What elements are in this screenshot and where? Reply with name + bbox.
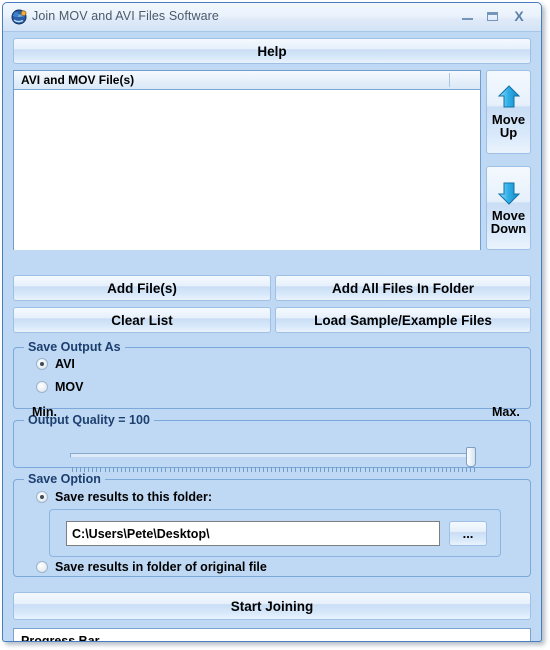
quality-max-label: Max. <box>492 405 520 419</box>
application-window: Join MOV and AVI Files Software X Help A… <box>2 2 542 642</box>
radio-avi-label: AVI <box>55 357 75 371</box>
app-globe-icon <box>10 8 28 26</box>
move-up-label-line2: Up <box>499 125 518 141</box>
client-area: Help AVI and MOV File(s) Move Up Move Do… <box>3 32 541 642</box>
minimize-button[interactable] <box>457 7 477 25</box>
progress-bar-label: Progress Bar <box>21 634 100 642</box>
clear-list-button[interactable]: Clear List <box>13 307 271 333</box>
quality-slider[interactable] <box>70 445 480 475</box>
file-list-header: AVI and MOV File(s) <box>14 71 480 90</box>
output-folder-input[interactable] <box>66 521 440 546</box>
quality-slider-track[interactable] <box>70 453 474 458</box>
move-up-button[interactable]: Move Up <box>486 70 531 154</box>
output-folder-panel: ... <box>49 509 501 557</box>
column-divider[interactable] <box>449 73 450 87</box>
quality-min-label: Min. <box>32 405 57 419</box>
radio-mov-indicator <box>36 381 48 393</box>
close-button[interactable]: X <box>509 7 529 25</box>
move-down-button[interactable]: Move Down <box>486 166 531 250</box>
radio-save-in-original-folder-label: Save results in folder of original file <box>55 560 267 574</box>
radio-save-in-original-folder[interactable]: Save results in folder of original file <box>36 560 267 574</box>
radio-save-to-folder-indicator <box>36 491 48 503</box>
radio-save-as-mov[interactable]: MOV <box>36 380 83 394</box>
save-output-as-title: Save Output As <box>24 340 125 354</box>
radio-save-to-folder-label: Save results to this folder: <box>55 490 212 504</box>
arrow-down-icon <box>496 180 522 209</box>
move-down-label-line2: Down <box>490 221 527 237</box>
arrow-up-icon <box>496 84 522 113</box>
quality-slider-ticks <box>72 467 476 472</box>
file-list[interactable]: AVI and MOV File(s) <box>13 70 481 250</box>
output-quality-group: Output Quality = 100 Min. Max. <box>13 405 531 472</box>
quality-slider-thumb[interactable] <box>466 447 476 467</box>
browse-folder-button[interactable]: ... <box>449 521 487 546</box>
radio-save-as-avi[interactable]: AVI <box>36 357 75 371</box>
start-joining-button[interactable]: Start Joining <box>13 592 531 620</box>
add-files-button[interactable]: Add File(s) <box>13 275 271 301</box>
save-output-as-group: Save Output As AVI MOV <box>13 340 531 409</box>
move-up-label-line1: Move <box>491 111 526 127</box>
window-title: Join MOV and AVI Files Software <box>32 9 219 23</box>
load-sample-files-button[interactable]: Load Sample/Example Files <box>275 307 531 333</box>
radio-mov-label: MOV <box>55 380 84 394</box>
title-bar: Join MOV and AVI Files Software X <box>3 3 541 32</box>
save-option-group: Save Option Save results to this folder:… <box>13 472 531 577</box>
help-button[interactable]: Help <box>13 38 531 64</box>
file-list-body[interactable] <box>14 90 480 250</box>
move-down-label-line1: Move <box>491 207 526 223</box>
minimize-icon <box>461 17 473 20</box>
radio-save-to-folder[interactable]: Save results to this folder: <box>36 490 212 504</box>
add-all-files-in-folder-button[interactable]: Add All Files In Folder <box>275 275 531 301</box>
maximize-button[interactable] <box>482 7 502 25</box>
progress-bar: Progress Bar <box>13 628 531 642</box>
maximize-icon <box>486 12 498 22</box>
radio-avi-indicator <box>36 358 48 370</box>
save-option-title: Save Option <box>24 472 105 486</box>
file-list-column-header: AVI and MOV File(s) <box>21 73 135 87</box>
radio-save-in-original-folder-indicator <box>36 561 48 573</box>
